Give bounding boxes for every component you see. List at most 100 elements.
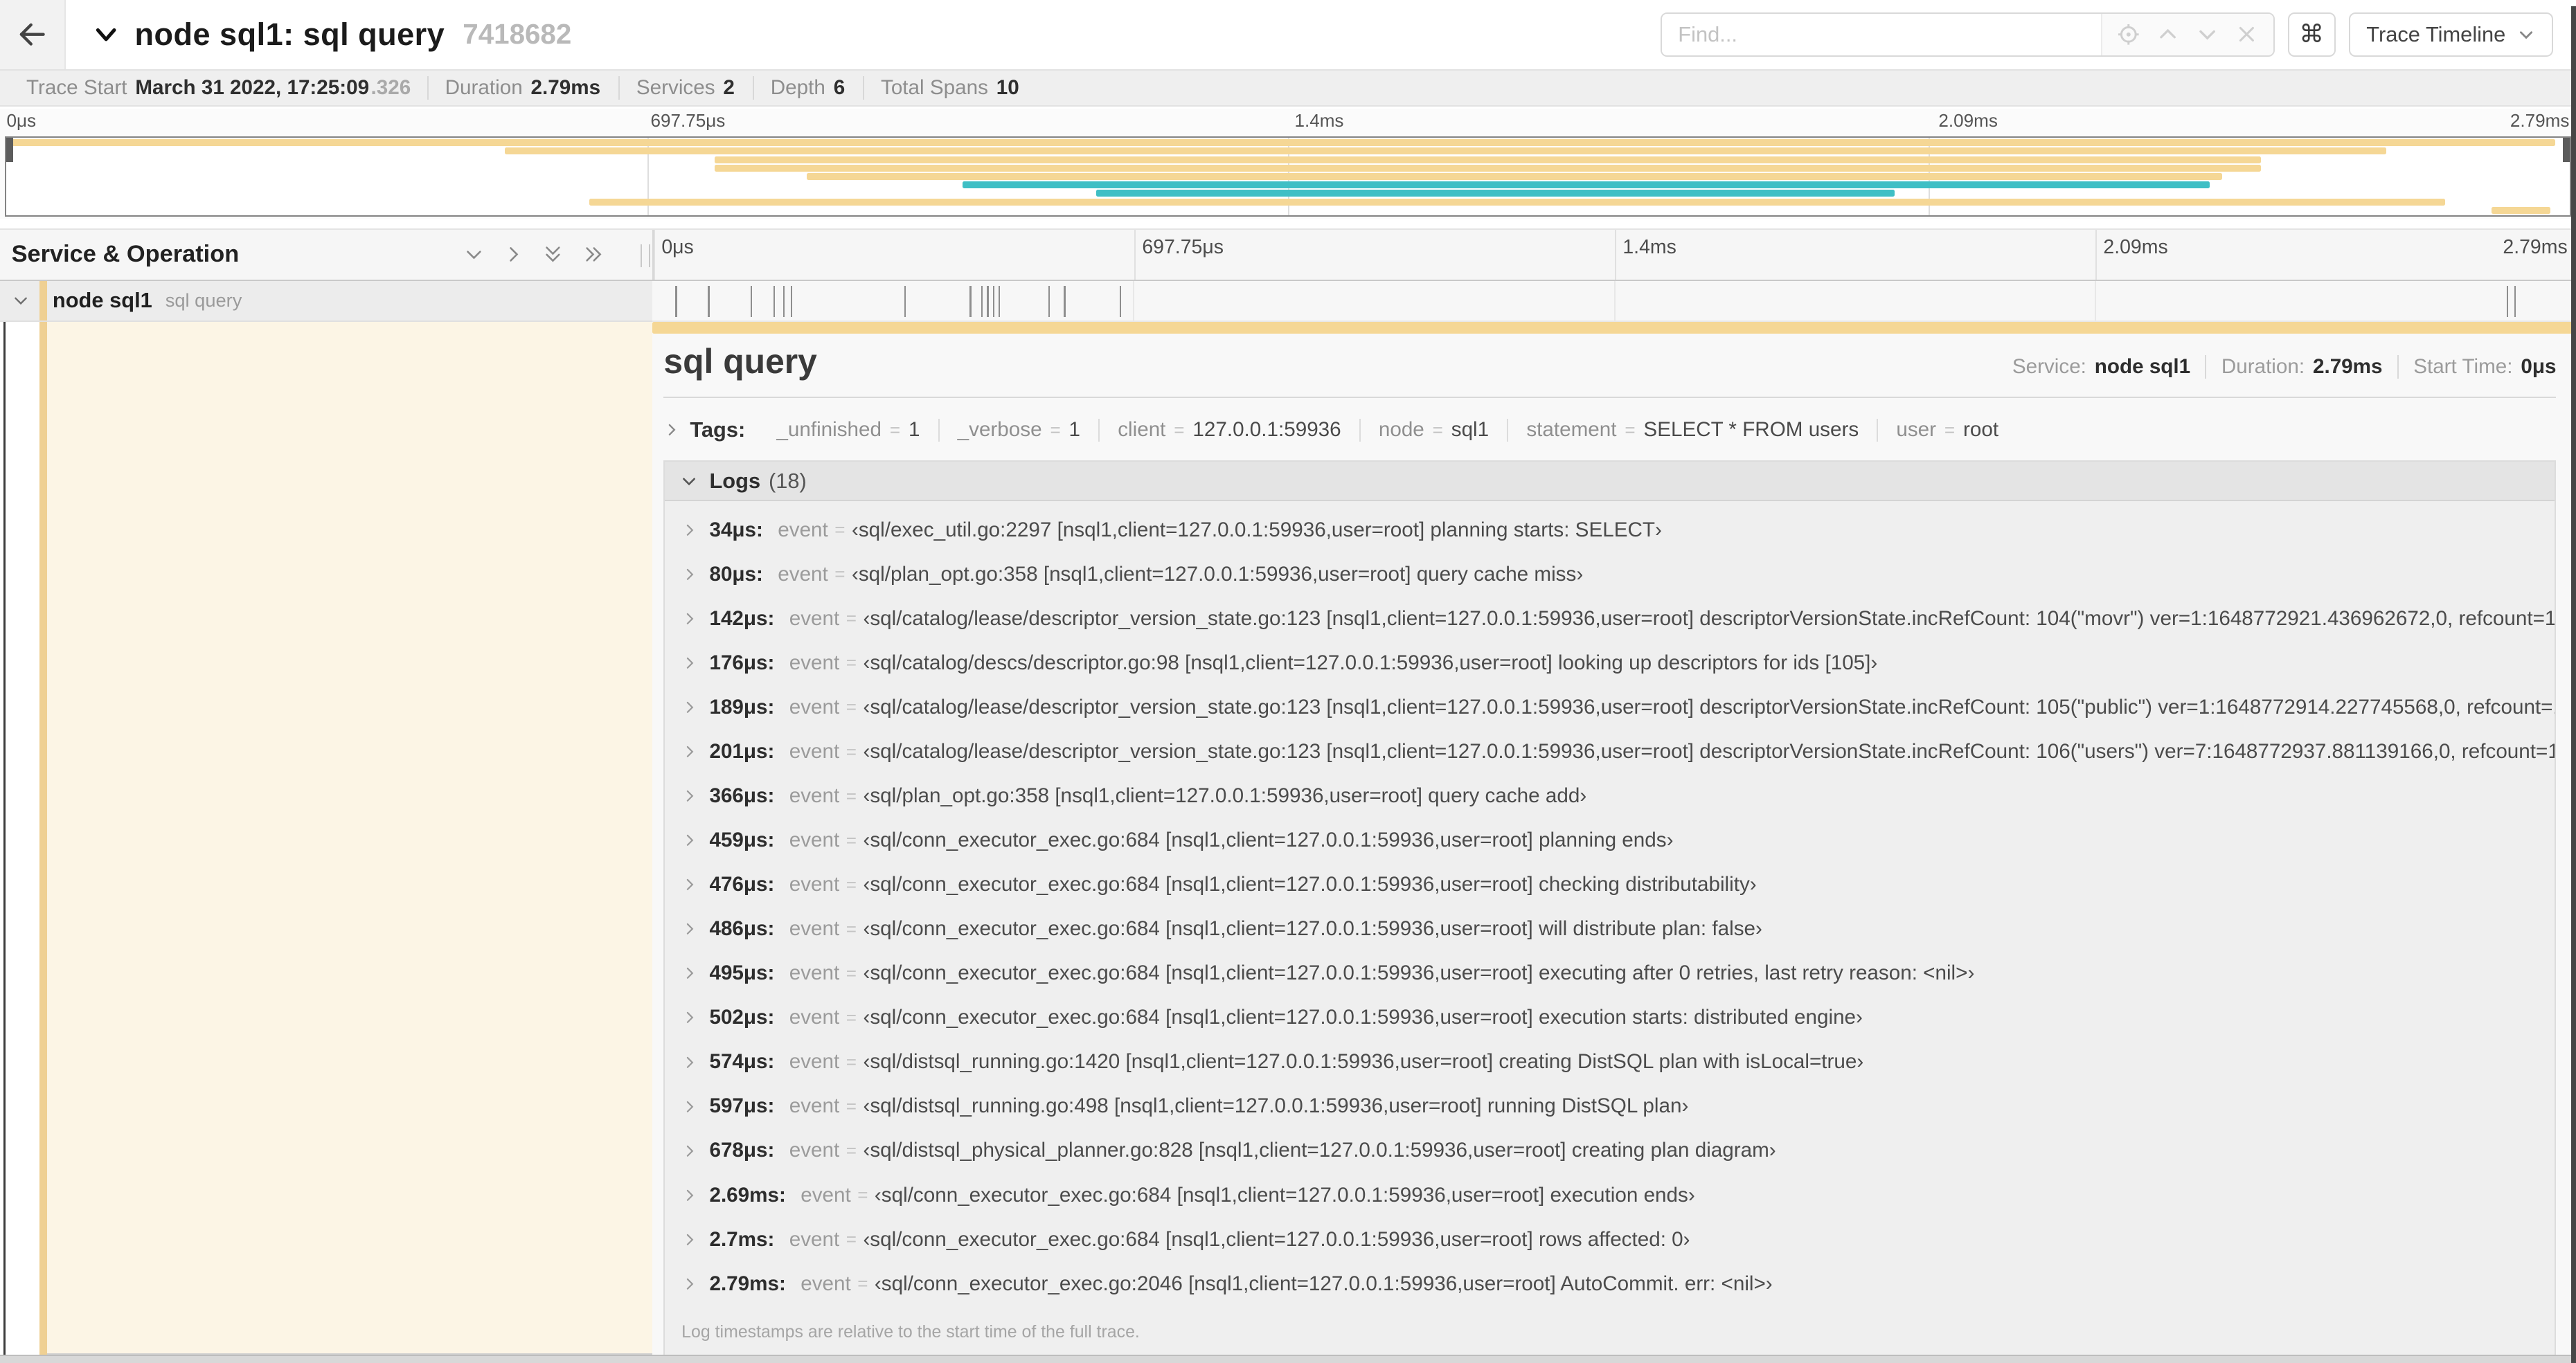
trace-view-selector[interactable]: Trace Timeline [2348, 12, 2553, 57]
span-detail-panel: sql query Service: node sql1 Duration: 2… [652, 321, 2576, 1357]
log-entry-row[interactable]: 366μs: event = ‹sql/plan_opt.go:358 [nsq… [665, 774, 2555, 818]
log-marker-tick[interactable] [2506, 285, 2509, 317]
log-expand-chevron-right-icon [681, 1009, 698, 1026]
logs-section: Logs (18) 34μs: event = ‹sql/exec_util.g… [663, 460, 2557, 1357]
log-message: ‹sql/exec_util.go:2297 [nsql1,client=127… [851, 518, 1662, 541]
log-timestamp: 80μs: [709, 562, 763, 586]
log-entry-row[interactable]: 34μs: event = ‹sql/exec_util.go:2297 [ns… [665, 508, 2555, 552]
log-entry-row[interactable]: 459μs: event = ‹sql/conn_executor_exec.g… [665, 818, 2555, 863]
log-expand-chevron-right-icon [681, 1276, 698, 1292]
log-marker-tick[interactable] [969, 285, 972, 317]
timeline-ruler: 0μs 697.75μs 1.4ms 2.09ms 2.79ms [652, 229, 2576, 280]
column-resize-grip[interactable] [641, 244, 651, 268]
minimap-canvas[interactable] [5, 136, 2571, 217]
collapse-all-double-chevron-down-icon[interactable] [542, 242, 564, 267]
log-entry-row[interactable]: 486μs: event = ‹sql/conn_executor_exec.g… [665, 907, 2555, 951]
trace-minimap: 0μs 697.75μs 1.4ms 2.09ms 2.79ms [0, 108, 2576, 219]
log-entry-row[interactable]: 2.7ms: event = ‹sql/conn_executor_exec.g… [665, 1218, 2555, 1262]
tag-item: _verbose = 1 [940, 418, 1100, 442]
log-message: ‹sql/catalog/lease/descriptor_version_st… [863, 740, 2555, 764]
log-entry-row[interactable]: 189μs: event = ‹sql/catalog/lease/descri… [665, 685, 2555, 730]
find-clear-x-icon[interactable] [2227, 15, 2266, 54]
log-marker-tick[interactable] [998, 285, 1001, 317]
log-message: ‹sql/catalog/lease/descriptor_version_st… [863, 606, 2555, 630]
find-prev-chevron-up-icon[interactable] [2149, 15, 2188, 54]
log-expand-chevron-right-icon [681, 1054, 698, 1071]
log-timestamp: 502μs: [709, 1006, 775, 1029]
minimap-span-bar [806, 173, 2223, 180]
log-equals: = [846, 652, 857, 674]
summary-value: 6 [833, 75, 846, 99]
window-scrollbar[interactable] [2570, 6, 2576, 1363]
log-message: ‹sql/distsql_running.go:498 [nsql1,clien… [863, 1094, 1689, 1118]
log-marker-tick[interactable] [1064, 285, 1066, 317]
log-marker-tick[interactable] [1048, 285, 1050, 317]
log-marker-tick[interactable] [904, 285, 906, 317]
span-row-timeline-cell[interactable] [652, 280, 2576, 322]
focus-target-icon[interactable] [2109, 15, 2149, 54]
log-entry-row[interactable]: 142μs: event = ‹sql/catalog/lease/descri… [665, 597, 2555, 641]
log-marker-tick[interactable] [987, 285, 989, 317]
log-entry-row[interactable]: 495μs: event = ‹sql/conn_executor_exec.g… [665, 951, 2555, 995]
logs-collapse-chevron-down-icon[interactable] [680, 472, 698, 490]
log-entry-row[interactable]: 176μs: event = ‹sql/catalog/descs/descri… [665, 641, 2555, 685]
log-entry-row[interactable]: 574μs: event = ‹sql/distsql_running.go:1… [665, 1040, 2555, 1084]
log-field-key: event [789, 651, 840, 674]
back-button[interactable] [0, 0, 66, 69]
log-entry-row[interactable]: 2.69ms: event = ‹sql/conn_executor_exec.… [665, 1173, 2555, 1217]
log-entry-row[interactable]: 201μs: event = ‹sql/catalog/lease/descri… [665, 730, 2555, 774]
log-marker-tick[interactable] [675, 285, 677, 317]
minimap-left-scrubber-handle[interactable] [6, 137, 13, 163]
log-entry-row[interactable]: 502μs: event = ‹sql/conn_executor_exec.g… [665, 995, 2555, 1040]
span-row-name-cell[interactable]: node sql1 sql query [0, 280, 652, 322]
log-marker-tick[interactable] [790, 285, 793, 317]
trace-summary-item: Depth 6 [754, 75, 865, 100]
tags-expand-chevron-right-icon[interactable] [663, 422, 680, 438]
log-marker-tick[interactable] [2514, 285, 2516, 317]
log-marker-tick[interactable] [782, 285, 785, 317]
tree-scrollbar[interactable] [3, 321, 6, 1355]
log-equals: = [834, 519, 846, 541]
log-expand-chevron-right-icon [681, 1143, 698, 1159]
timeline-header-row: Service & Operation 0μs 697.75μs 1.4ms 2… [0, 228, 2576, 281]
log-field-key: event [800, 1272, 851, 1295]
expand-one-chevron-right-icon[interactable] [503, 244, 524, 265]
expand-all-double-chevron-right-icon[interactable] [582, 244, 607, 265]
log-timestamp: 495μs: [709, 962, 775, 985]
minimap-tick-label: 1.4ms [1294, 109, 1344, 131]
find-next-chevron-down-icon[interactable] [2188, 15, 2227, 54]
log-entry-row[interactable]: 597μs: event = ‹sql/distsql_running.go:4… [665, 1084, 2555, 1128]
span-collapse-chevron-down-icon[interactable] [12, 291, 30, 309]
span-detail-name-column[interactable] [0, 321, 652, 1355]
minimap-ruler: 0μs 697.75μs 1.4ms 2.09ms 2.79ms [0, 109, 2576, 135]
meta-value: 0μs [2521, 355, 2557, 379]
log-marker-tick[interactable] [773, 285, 776, 317]
log-marker-tick[interactable] [1119, 285, 1122, 317]
row-gridline [2095, 280, 2097, 321]
log-timestamp: 678μs: [709, 1139, 775, 1162]
log-marker-tick[interactable] [981, 285, 983, 317]
collapse-one-chevron-down-icon[interactable] [463, 244, 485, 265]
find-input[interactable] [1661, 13, 2102, 55]
log-entry-row[interactable]: 476μs: event = ‹sql/conn_executor_exec.g… [665, 863, 2555, 907]
tag-equals: = [1944, 419, 1956, 440]
log-marker-tick[interactable] [750, 285, 752, 317]
log-entry-row[interactable]: 2.79ms: event = ‹sql/conn_executor_exec.… [665, 1262, 2555, 1306]
log-message: ‹sql/conn_executor_exec.go:684 [nsql1,cl… [863, 873, 1757, 896]
log-marker-tick[interactable] [708, 285, 710, 317]
collapse-trace-chevron-down-icon[interactable] [92, 21, 120, 48]
log-entry-row[interactable]: 80μs: event = ‹sql/plan_opt.go:358 [nsql… [665, 552, 2555, 597]
log-field-key: event [778, 562, 828, 586]
logs-header[interactable]: Logs (18) [665, 462, 2555, 502]
minimap-span-row [8, 139, 2568, 147]
log-message: ‹sql/conn_executor_exec.go:684 [nsql1,cl… [863, 829, 1674, 852]
minimap-right-scrubber-handle[interactable] [2563, 137, 2570, 163]
tags-row[interactable]: Tags: _unfinished = 1 _verbose = 1 clien… [663, 417, 2556, 442]
keyboard-shortcuts-button[interactable]: ⌘ [2287, 12, 2336, 57]
minimap-span-row [8, 198, 2568, 206]
minimap-span-bar [589, 198, 2445, 206]
span-row-node-sql1[interactable]: node sql1 sql query [0, 280, 2576, 322]
log-entry-row[interactable]: 678μs: event = ‹sql/distsql_physical_pla… [665, 1128, 2555, 1173]
log-marker-tick[interactable] [992, 285, 994, 317]
tag-key: statement [1526, 418, 1617, 442]
